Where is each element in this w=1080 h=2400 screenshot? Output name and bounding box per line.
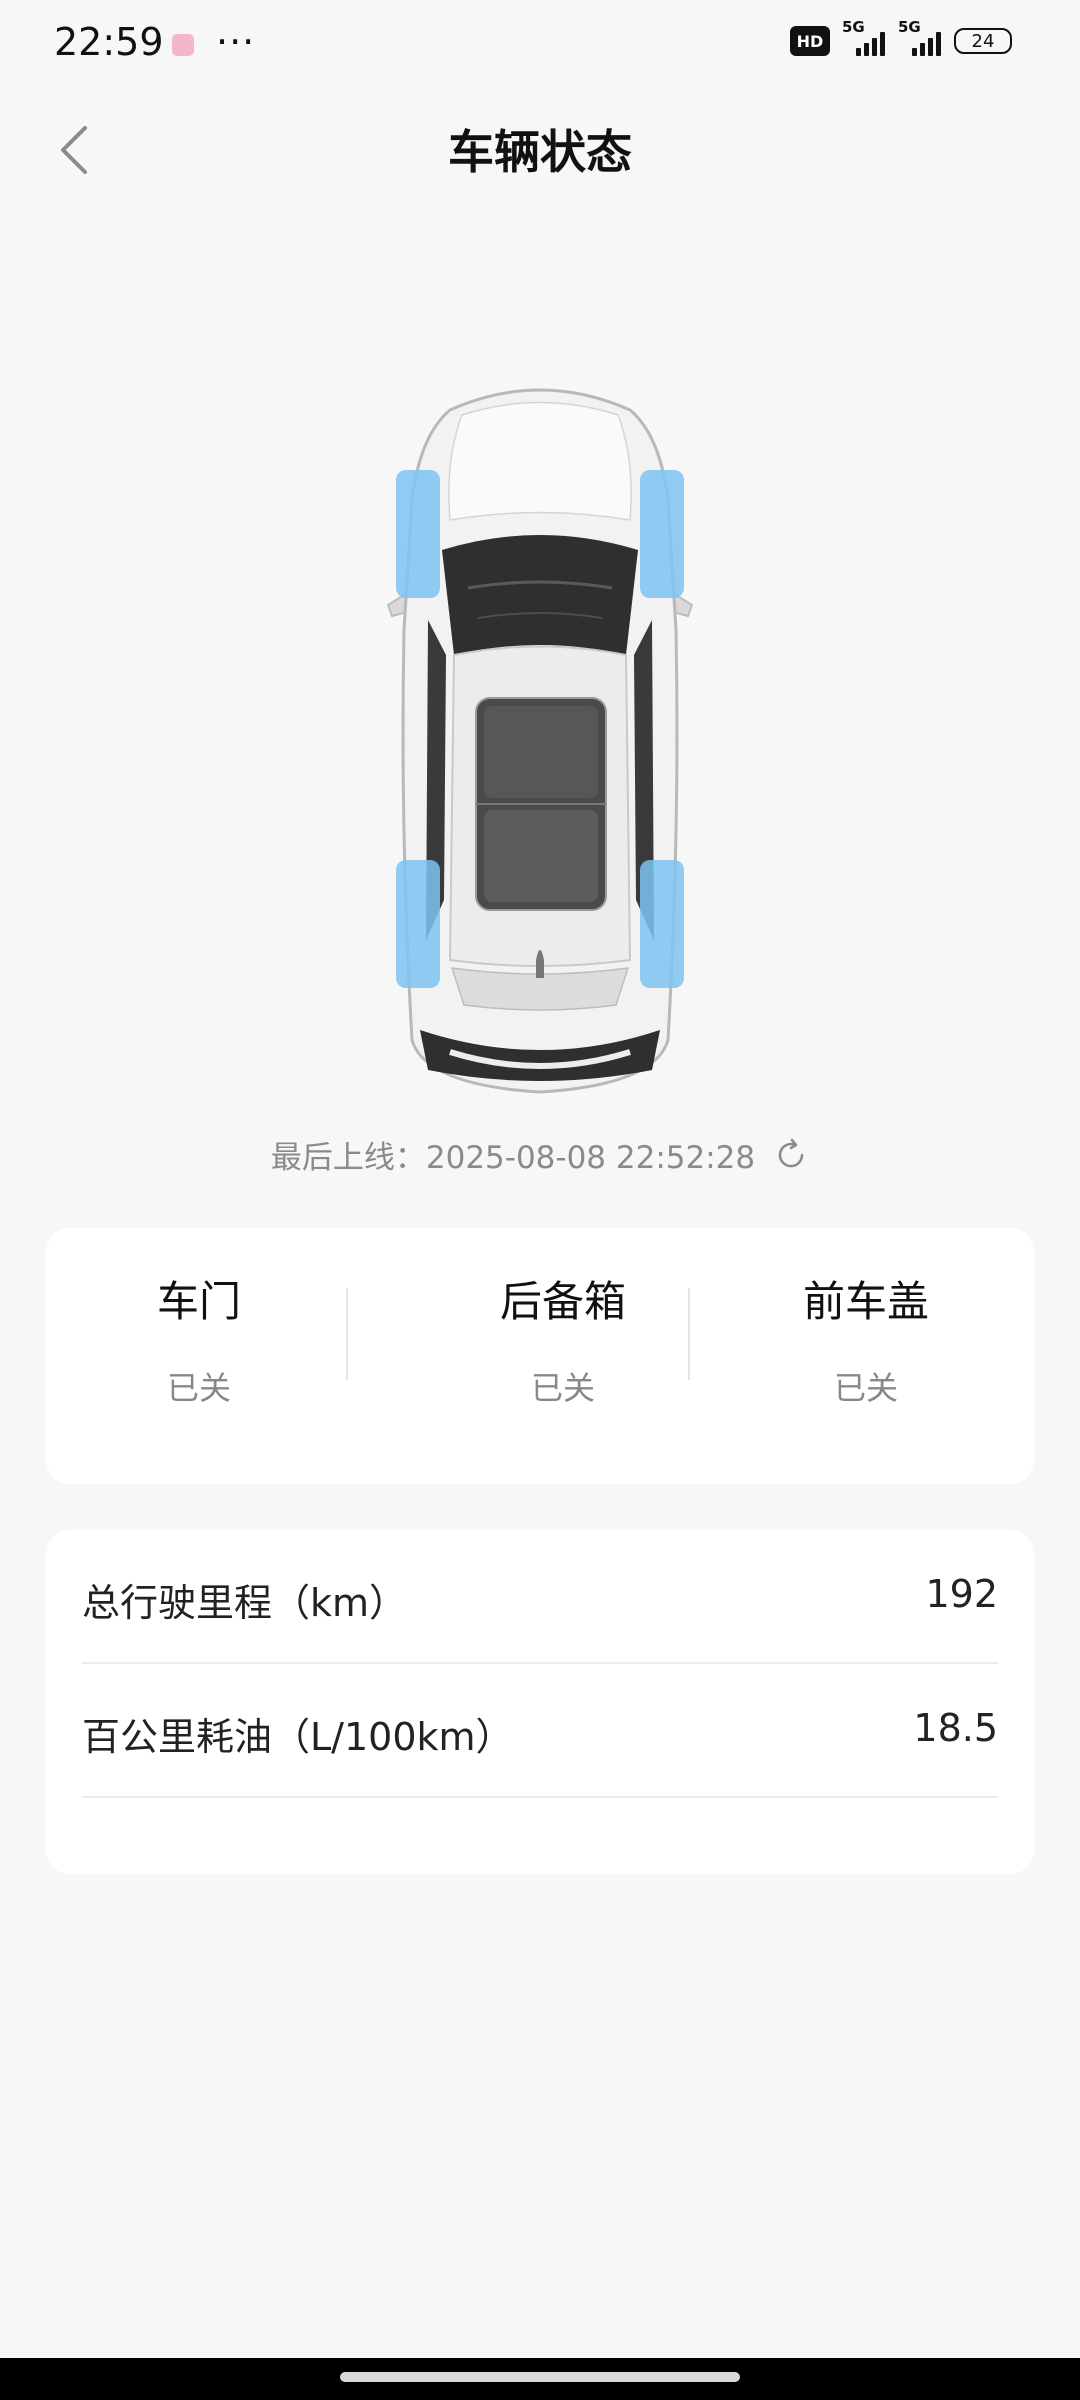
hd-voice-icon: HD	[790, 26, 830, 56]
car-illustration	[386, 388, 694, 1094]
status-bar: 22:59 ··· HD 5G 5G 24	[0, 0, 1080, 90]
door-status-label: 车门	[156, 1277, 241, 1326]
fuel-consumption-value: 18.5	[913, 1706, 998, 1750]
hood-status-value: 已关	[833, 1369, 898, 1407]
status-time: 22:59	[54, 20, 164, 64]
signal-1-network-label: 5G	[842, 18, 865, 36]
mileage-value: 192	[925, 1572, 998, 1616]
signal-2-icon: 5G	[898, 18, 942, 56]
battery-icon: 24	[954, 28, 1012, 54]
notification-icon	[172, 34, 194, 56]
home-indicator[interactable]	[340, 2372, 740, 2382]
header: 车辆状态	[0, 90, 1080, 210]
closure-status-card: 车门 已关 后备箱 已关 前车盖 已关	[46, 1228, 1034, 1484]
status-indicators: HD 5G 5G 24	[790, 18, 1012, 56]
page-title: 车辆状态	[448, 125, 632, 179]
navigation-bar	[0, 2358, 1080, 2400]
fuel-consumption-row: 百公里耗油（L/100km） 18.5	[82, 1664, 998, 1798]
door-status-value: 已关	[166, 1369, 231, 1407]
hood-status-label: 前车盖	[802, 1277, 929, 1326]
refresh-icon[interactable]	[773, 1137, 809, 1173]
car-top-view	[380, 380, 700, 1100]
last-online-text: 最后上线：2025-08-08 22:52:28	[271, 1132, 755, 1177]
mileage-label: 总行驶里程（km）	[82, 1581, 408, 1625]
hood-status: 前车盖 已关	[698, 1268, 1034, 1409]
divider	[346, 1288, 348, 1380]
last-online-label: 最后上线：	[270, 1140, 426, 1176]
signal-1-icon: 5G	[842, 18, 886, 56]
last-online-time: 2025-08-08 22:52:28	[425, 1140, 756, 1176]
last-online-row: 最后上线：2025-08-08 22:52:28	[0, 1132, 1080, 1177]
vehicle-stats-card: 总行驶里程（km） 192 百公里耗油（L/100km） 18.5	[46, 1530, 1034, 1874]
more-notifications-icon: ···	[216, 20, 256, 64]
divider	[688, 1288, 690, 1380]
door-status: 车门 已关	[46, 1268, 352, 1409]
signal-2-network-label: 5G	[898, 18, 921, 36]
mileage-row: 总行驶里程（km） 192	[82, 1530, 998, 1664]
fuel-consumption-label: 百公里耗油（L/100km）	[82, 1715, 514, 1759]
